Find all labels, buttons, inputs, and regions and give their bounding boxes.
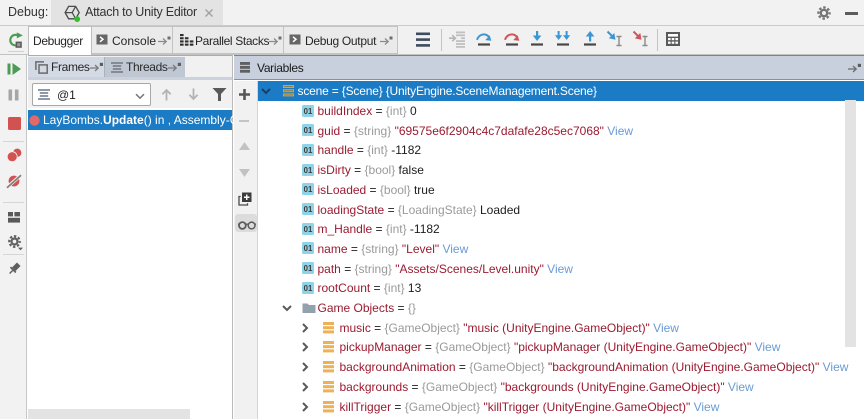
- svg-text:01: 01: [304, 185, 313, 194]
- svg-text:01: 01: [304, 126, 313, 135]
- svg-text:01: 01: [304, 264, 313, 273]
- svg-text:01: 01: [304, 146, 313, 155]
- svg-text:01: 01: [304, 166, 313, 175]
- svg-text:01: 01: [304, 107, 313, 116]
- svg-text:01: 01: [304, 244, 313, 253]
- svg-text:01: 01: [304, 225, 313, 234]
- svg-text:01: 01: [304, 205, 313, 214]
- svg-text:01: 01: [304, 284, 313, 293]
